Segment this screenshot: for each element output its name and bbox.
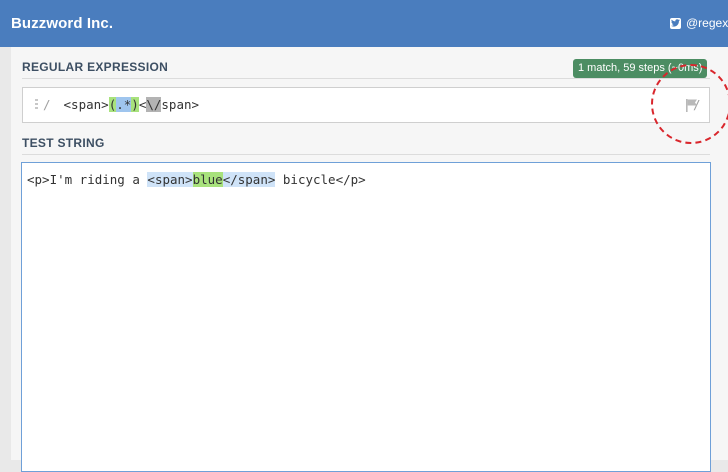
regex-text[interactable]: <span>(.*)<\/span> [56, 97, 199, 112]
regex-section-title: REGULAR EXPRESSION [22, 60, 169, 74]
twitter-link[interactable]: @regex [670, 16, 728, 30]
test-string-textarea[interactable]: <p>I'm riding a <span>blue</span> bicycl… [21, 162, 711, 472]
match-highlight-close-tag: </span> [222, 172, 276, 187]
regex-literal-suffix: span> [161, 97, 200, 112]
test-string-text[interactable]: <p>I'm riding a <span>blue</span> bicycl… [27, 172, 366, 187]
regex-escaped-slash: \/ [146, 97, 162, 112]
test-text-before: <p>I'm riding a [27, 172, 148, 187]
test-section-title: TEST STRING [22, 136, 105, 150]
twitter-icon [670, 17, 681, 29]
regex-dot-star-token: .* [116, 97, 132, 112]
regex-delimiter-open: / [43, 97, 51, 112]
match-info-badge: 1 match, 59 steps (~0ms) [573, 59, 708, 78]
flag-icon[interactable] [684, 97, 700, 113]
brand-name[interactable]: Buzzword Inc. [11, 15, 113, 32]
regex-input[interactable]: / <span>(.*)<\/span> / [22, 87, 710, 123]
match-group-highlight: blue [192, 172, 223, 187]
drag-grip-icon [35, 99, 38, 111]
twitter-handle: @regex [686, 16, 728, 30]
test-section-divider [22, 154, 710, 155]
test-text-after: bicycle</p> [275, 172, 366, 187]
regex-group-close: ) [131, 97, 139, 112]
regex-literal-prefix: <span> [56, 97, 109, 112]
match-highlight-open-tag: <span> [147, 172, 193, 187]
top-bar: Buzzword Inc. @regex [0, 0, 728, 47]
regex-section-divider [22, 78, 710, 79]
